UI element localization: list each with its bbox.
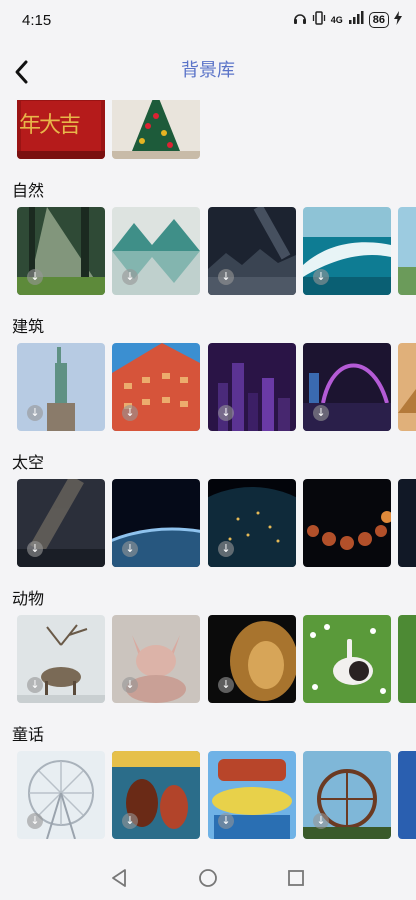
charging-icon <box>394 10 402 30</box>
download-icon[interactable]: ↓ <box>27 269 43 285</box>
nav-home-button[interactable] <box>196 866 220 890</box>
section-title-animals: 动物 <box>12 589 45 608</box>
wallpaper-thumbnail[interactable]: ↓ <box>112 479 200 567</box>
wallpaper-thumbnail[interactable]: ↓ <box>208 751 296 839</box>
triangle-back-icon <box>112 869 126 887</box>
circle-home-icon <box>199 869 217 887</box>
section-row-architecture[interactable]: ↓ ↓ ↓ ↓ <box>0 343 416 431</box>
wallpaper-thumbnail[interactable] <box>303 479 391 567</box>
download-icon[interactable]: ↓ <box>27 541 43 557</box>
download-icon[interactable]: ↓ <box>27 405 43 421</box>
download-icon[interactable]: ↓ <box>122 813 138 829</box>
vibrate-icon <box>312 10 326 30</box>
section-title-nature: 自然 <box>12 181 45 200</box>
festive-row: 年大吉 <box>0 100 416 159</box>
wallpaper-thumbnail[interactable] <box>398 751 416 839</box>
nav-back-button[interactable] <box>108 866 132 890</box>
download-icon[interactable]: ↓ <box>218 269 234 285</box>
wallpaper-thumbnail[interactable]: ↓ <box>208 343 296 431</box>
status-icons: 4G 86 <box>293 10 402 30</box>
wallpaper-thumbnail[interactable]: ↓ <box>208 615 296 703</box>
lunar-eclipse-image <box>303 479 391 567</box>
fairy-tale-image <box>398 751 416 839</box>
download-icon[interactable]: ↓ <box>27 813 43 829</box>
wallpaper-thumbnail[interactable]: ↓ <box>112 207 200 295</box>
page-title: 背景库 <box>181 60 235 81</box>
festive-caption: 年大吉 <box>19 113 81 138</box>
wallpaper-thumbnail[interactable]: ↓ <box>17 615 105 703</box>
wallpaper-thumbnail[interactable]: ↓ <box>112 751 200 839</box>
download-icon[interactable]: ↓ <box>122 269 138 285</box>
system-navigation-bar <box>0 856 416 900</box>
section-row-space[interactable]: ↓ ↓ ↓ <box>0 479 416 567</box>
headphone-icon <box>293 11 307 30</box>
section-row-animals[interactable]: ↓ ↓ ↓ <box>0 615 416 703</box>
wallpaper-thumbnail[interactable]: ↓ <box>208 207 296 295</box>
download-icon[interactable]: ↓ <box>218 677 234 693</box>
battery-level: 86 <box>368 12 389 28</box>
space-image <box>398 479 416 567</box>
download-icon[interactable]: ↓ <box>27 677 43 693</box>
wallpaper-thumbnail[interactable]: ↓ <box>303 207 391 295</box>
wallpaper-thumbnail[interactable] <box>112 100 200 159</box>
download-icon[interactable]: ↓ <box>218 541 234 557</box>
download-icon[interactable]: ↓ <box>313 269 329 285</box>
status-bar: 4:15 4G 86 <box>0 0 416 42</box>
signal-icon <box>348 10 364 30</box>
download-icon[interactable]: ↓ <box>218 405 234 421</box>
rabbit-image <box>303 615 391 703</box>
nav-recents-button[interactable] <box>284 866 308 890</box>
background-library-list[interactable]: 年大吉 自然 ↓ ↓ ↓ ↓ 建筑 ↓ ↓ ↓ ↓ 太空 ↓ ↓ ↓ 动物 ↓ … <box>0 100 416 860</box>
wallpaper-thumbnail[interactable]: ↓ <box>303 343 391 431</box>
section-title-fairy-tale: 童话 <box>12 725 45 744</box>
status-time: 4:15 <box>22 12 52 29</box>
wallpaper-thumbnail[interactable]: ↓ <box>303 751 391 839</box>
square-recents-icon <box>288 870 304 886</box>
palm-image <box>398 207 416 295</box>
network-type: 4G <box>330 14 343 25</box>
wallpaper-thumbnail[interactable] <box>398 343 416 431</box>
download-icon[interactable]: ↓ <box>122 405 138 421</box>
download-icon[interactable]: ↓ <box>313 405 329 421</box>
wallpaper-thumbnail[interactable] <box>303 615 391 703</box>
download-icon[interactable]: ↓ <box>122 541 138 557</box>
animal-image <box>398 615 416 703</box>
wallpaper-thumbnail[interactable]: ↓ <box>17 479 105 567</box>
wallpaper-thumbnail[interactable] <box>398 615 416 703</box>
wallpaper-thumbnail[interactable] <box>398 207 416 295</box>
download-icon[interactable]: ↓ <box>122 677 138 693</box>
christmas-tree-image <box>112 100 200 159</box>
section-title-space: 太空 <box>12 453 45 472</box>
section-row-nature[interactable]: ↓ ↓ ↓ ↓ <box>0 207 416 295</box>
wallpaper-thumbnail[interactable]: ↓ <box>208 479 296 567</box>
section-row-fairy-tale[interactable]: ↓ ↓ ↓ ↓ <box>0 751 416 839</box>
wallpaper-thumbnail[interactable]: ↓ <box>17 343 105 431</box>
wallpaper-thumbnail[interactable] <box>398 479 416 567</box>
wallpaper-thumbnail[interactable]: ↓ <box>112 343 200 431</box>
wallpaper-thumbnail[interactable]: ↓ <box>17 207 105 295</box>
download-icon[interactable]: ↓ <box>218 813 234 829</box>
section-title-architecture: 建筑 <box>12 317 45 336</box>
wallpaper-thumbnail[interactable]: ↓ <box>17 751 105 839</box>
header: 背景库 <box>0 48 416 92</box>
pyramid-image <box>398 343 416 431</box>
wallpaper-thumbnail[interactable]: 年大吉 <box>17 100 105 159</box>
wallpaper-thumbnail[interactable]: ↓ <box>112 615 200 703</box>
download-icon[interactable]: ↓ <box>313 813 329 829</box>
